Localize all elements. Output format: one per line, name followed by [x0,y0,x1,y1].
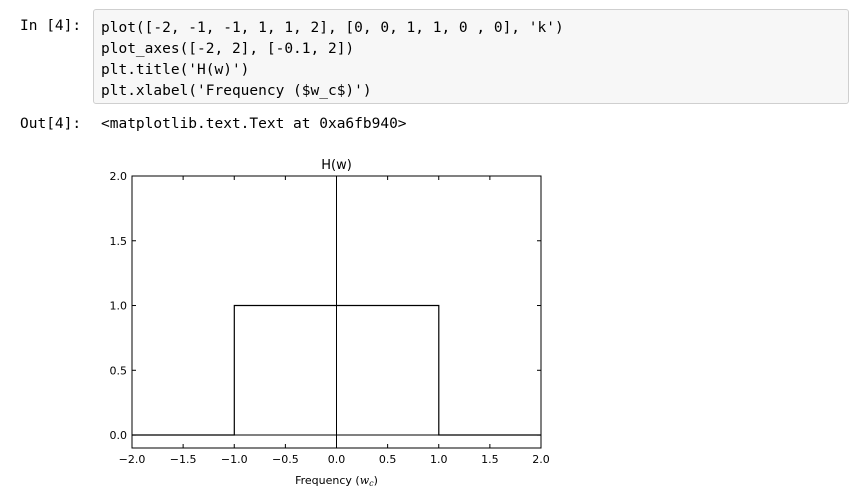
x-tick-label: 1.0 [430,453,448,466]
x-tick-label: 2.0 [532,453,550,466]
x-tick-label: −2.0 [119,453,146,466]
x-tick-label: −1.5 [170,453,197,466]
x-tick-label: 1.5 [481,453,499,466]
y-tick-label: 2.0 [110,170,128,183]
y-tick-label: 1.0 [110,300,128,313]
y-tick-label: 0.0 [110,429,128,442]
x-tick-label: 0.5 [379,453,397,466]
y-tick-label: 1.5 [110,235,128,248]
plot-figure: −2.0 −1.5 −1.0 −0.5 0.0 0.5 1.0 1.5 2.0 0.0 0.5 1.0… [110,158,550,488]
y-tick-label: 0.5 [110,364,128,377]
x-tick-label: −0.5 [272,453,299,466]
chart-title: H(w) [321,158,352,173]
x-tick-label: −1.0 [221,453,248,466]
x-tick-label: 0.0 [328,453,346,466]
x-axis-label: Frequency (wc) [295,474,378,488]
